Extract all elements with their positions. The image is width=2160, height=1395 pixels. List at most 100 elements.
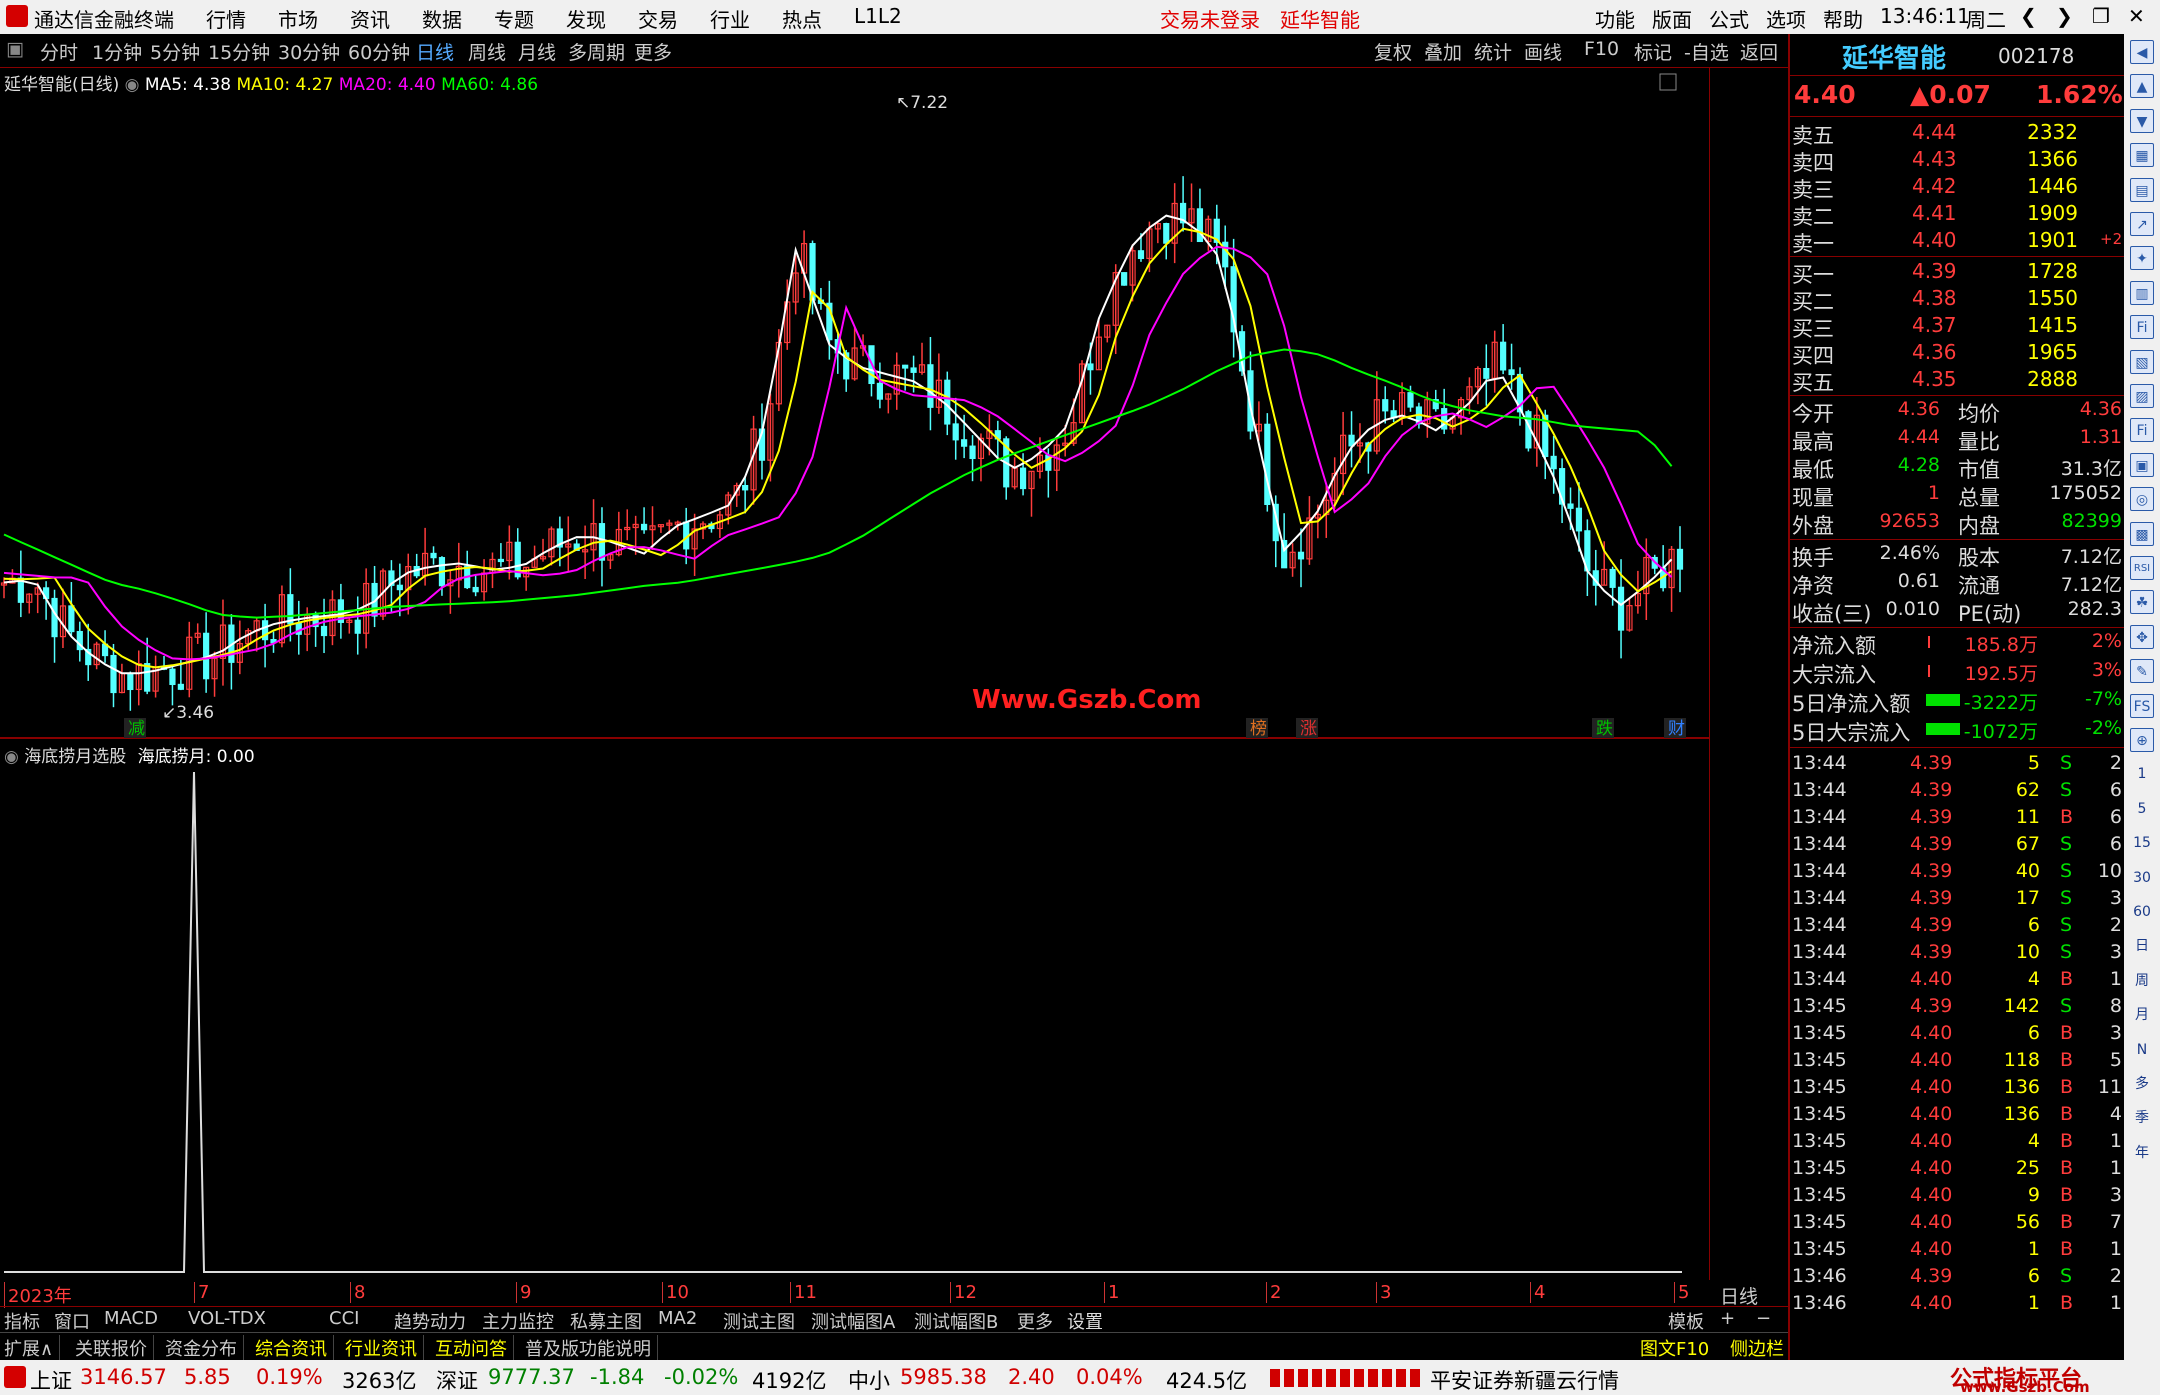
info-tab[interactable]: 互动问答	[435, 1335, 514, 1361]
info-tab[interactable]: 扩展∧	[4, 1335, 61, 1361]
sidebar-icon[interactable]: 1	[2130, 762, 2154, 786]
sidebar-icon[interactable]: RSI	[2130, 556, 2154, 580]
tool-back[interactable]: 返回	[1740, 38, 1778, 65]
sidebar-icon[interactable]: ▤	[2130, 177, 2154, 202]
sidebar-icon[interactable]: ☘	[2130, 590, 2154, 615]
period-monthly[interactable]: 月线	[518, 38, 556, 65]
indicator-tab[interactable]: 测试幅图A	[811, 1308, 895, 1334]
indicator-toggle-icon[interactable]: ◉	[4, 747, 24, 767]
close-icon[interactable]: ✕	[2128, 4, 2145, 28]
sidebar-icon[interactable]: ▲	[2130, 74, 2154, 99]
menu-options[interactable]: 选项	[1766, 4, 1806, 33]
tool-stats[interactable]: 统计	[1474, 38, 1512, 65]
sidebar-icon[interactable]: ▧	[2130, 349, 2154, 374]
sidebar-icon[interactable]: 多	[2130, 1072, 2154, 1096]
sidebar-icon[interactable]: 日	[2130, 934, 2154, 958]
sidebar-icon[interactable]: 60	[2130, 900, 2154, 924]
sidebar-icon[interactable]: 30	[2130, 866, 2154, 890]
period-1min[interactable]: 1分钟	[92, 38, 142, 65]
sidebar-icon[interactable]: ✎	[2130, 659, 2154, 684]
sidebar-icon[interactable]: 5	[2130, 797, 2154, 821]
login-status[interactable]: 交易未登录	[1160, 4, 1260, 33]
candlestick-chart[interactable]: 7.006.756.506.256.005.755.505.255.004.75…	[0, 68, 1710, 740]
indicator-tab[interactable]: 指标	[4, 1308, 40, 1334]
menu-trade[interactable]: 交易	[638, 4, 678, 33]
tool-f10[interactable]: F10	[1584, 38, 1619, 60]
indicator-tab[interactable]: 趋势动力	[394, 1308, 466, 1334]
period-more[interactable]: 更多	[634, 38, 672, 65]
sidebar-icon[interactable]: ▼	[2130, 108, 2154, 133]
sidebar-icon[interactable]: ▨	[2130, 384, 2154, 408]
sidebar-icon[interactable]: ◀	[2130, 40, 2154, 64]
period-weekly[interactable]: 周线	[468, 38, 506, 65]
menu-formula[interactable]: 公式	[1709, 4, 1749, 33]
back-icon[interactable]: ❮	[2020, 4, 2037, 28]
tool-watchlist[interactable]: -自选	[1684, 38, 1729, 65]
sidebar-icon[interactable]: ↗	[2130, 212, 2154, 236]
info-tab[interactable]: 普及版功能说明	[525, 1335, 658, 1361]
sidebar-icon[interactable]: ▦	[2130, 143, 2154, 168]
menu-data[interactable]: 数据	[422, 4, 462, 33]
indicator-tab[interactable]: VOL-TDX	[188, 1308, 266, 1329]
period-60min[interactable]: 60分钟	[348, 38, 410, 65]
period-30min[interactable]: 30分钟	[278, 38, 340, 65]
menu-news[interactable]: 资讯	[350, 4, 390, 33]
sz-name[interactable]: 深证	[436, 1365, 478, 1395]
info-tab[interactable]: 关联报价	[75, 1335, 154, 1361]
indicator-tab[interactable]: 测试幅图B	[914, 1308, 998, 1334]
sidebar-icon[interactable]: 年	[2130, 1141, 2154, 1165]
menu-l1l2[interactable]: L1L2	[854, 4, 902, 28]
menu-industry[interactable]: 行业	[710, 4, 750, 33]
indicator-tab[interactable]: 更多	[1017, 1308, 1053, 1334]
indicator-tab[interactable]: 测试主图	[723, 1308, 795, 1334]
info-tab[interactable]: 综合资讯	[255, 1335, 334, 1361]
sidebar-icon[interactable]: ⊕	[2130, 728, 2154, 752]
indicator-chart[interactable]: 1.000.900.800.700.600.500.400.300.20	[0, 740, 1710, 1280]
side-tab[interactable]: 图文F10	[1640, 1335, 1709, 1361]
tool-draw[interactable]: 画线	[1524, 38, 1562, 65]
sidebar-icon[interactable]: FS	[2130, 693, 2154, 718]
template-tab[interactable]: 模板	[1668, 1308, 1704, 1334]
sidebar-icon[interactable]: ✦	[2130, 246, 2154, 271]
indicator-tab[interactable]: MA2	[658, 1308, 697, 1329]
sidebar-icon[interactable]: N	[2130, 1038, 2154, 1062]
info-tab[interactable]: 行业资讯	[345, 1335, 424, 1361]
sh-name[interactable]: 上证	[30, 1365, 72, 1395]
panel-toggle-icon[interactable]: ▣	[6, 38, 24, 60]
menu-hot[interactable]: 热点	[782, 4, 822, 33]
indicator-tab[interactable]: 私募主图	[570, 1308, 642, 1334]
indicator-tab[interactable]: 设置	[1067, 1308, 1103, 1334]
legend-toggle-icon[interactable]: ◉	[125, 75, 145, 95]
indicator-tab[interactable]: 主力监控	[482, 1308, 554, 1334]
tool-mark[interactable]: 标记	[1634, 38, 1672, 65]
period-daily[interactable]: 日线	[416, 38, 454, 65]
restore-icon[interactable]: ❐	[2092, 4, 2110, 28]
menu-quote[interactable]: 行情	[206, 4, 246, 33]
sidebar-icon[interactable]: 15	[2130, 831, 2154, 855]
forward-icon[interactable]: ❯	[2056, 4, 2073, 28]
template-tab[interactable]: +	[1720, 1308, 1735, 1329]
period-5min[interactable]: 5分钟	[150, 38, 200, 65]
sidebar-icon[interactable]: 月	[2130, 1003, 2154, 1027]
sidebar-icon[interactable]: 季	[2130, 1106, 2154, 1130]
tool-overlay[interactable]: 叠加	[1424, 38, 1462, 65]
sidebar-icon[interactable]: ▩	[2130, 521, 2154, 546]
period-15min[interactable]: 15分钟	[208, 38, 270, 65]
sidebar-icon[interactable]: ▥	[2130, 280, 2154, 305]
template-tab[interactable]: −	[1756, 1308, 1771, 1329]
sidebar-icon[interactable]: ▣	[2130, 452, 2154, 477]
tool-adjust[interactable]: 复权	[1374, 38, 1412, 65]
menu-topic[interactable]: 专题	[494, 4, 534, 33]
indicator-tab[interactable]: CCI	[329, 1308, 359, 1329]
sidebar-icon[interactable]: ◎	[2130, 487, 2154, 512]
info-tab[interactable]: 资金分布	[165, 1335, 244, 1361]
period-intraday[interactable]: 分时	[40, 38, 78, 65]
sidebar-icon[interactable]: Fi	[2130, 315, 2154, 340]
zx-name[interactable]: 中小	[848, 1365, 890, 1395]
menu-market[interactable]: 市场	[278, 4, 318, 33]
sidebar-icon[interactable]: 周	[2130, 969, 2154, 993]
indicator-tab[interactable]: 窗口	[54, 1308, 90, 1334]
menu-help[interactable]: 帮助	[1823, 4, 1863, 33]
period-multi[interactable]: 多周期	[568, 38, 625, 65]
menu-function[interactable]: 功能	[1595, 4, 1635, 33]
